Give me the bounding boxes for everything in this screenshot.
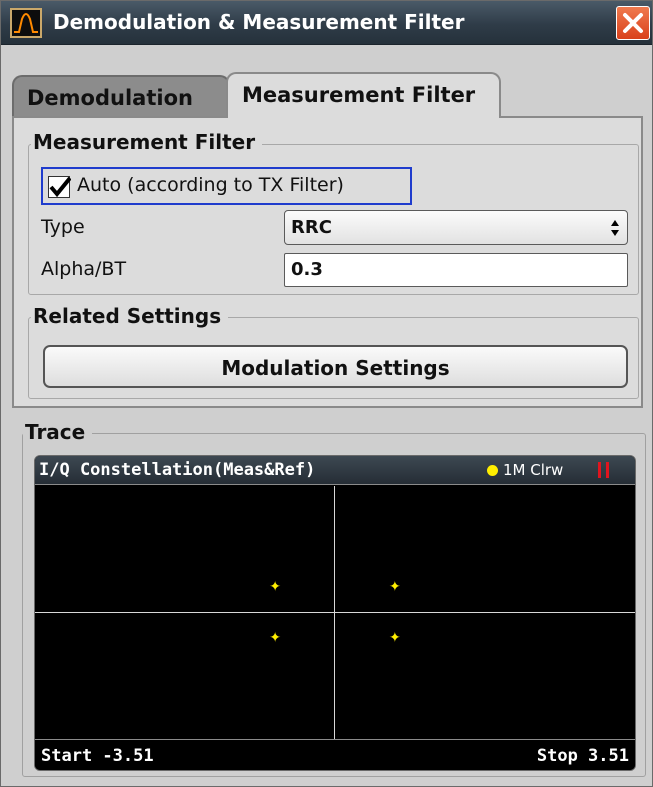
constellation-point: ✦ — [388, 579, 401, 596]
window-title: Demodulation & Measurement Filter — [53, 10, 465, 34]
plot-start-label: Start -3.51 — [41, 746, 154, 766]
constellation-point: ✦ — [269, 629, 282, 646]
type-label: Type — [41, 216, 85, 238]
plot-footer: Start -3.51 Stop 3.51 — [35, 739, 635, 770]
dialog-window: Demodulation & Measurement Filter Demodu… — [0, 0, 653, 787]
plot-header: I/Q Constellation(Meas&Ref) 1M Clrw — [35, 456, 635, 485]
auto-checkbox-row[interactable]: Auto (according to TX Filter) — [41, 167, 412, 205]
title-bar: Demodulation & Measurement Filter — [1, 1, 652, 45]
modulation-settings-button[interactable]: Modulation Settings — [43, 345, 628, 388]
trace-legend-text: 1M Clrw — [503, 461, 564, 479]
plot-area: ✦ ✦ ✦ ✦ — [35, 486, 635, 739]
trace-group-title: Trace — [23, 420, 93, 444]
alpha-bt-input[interactable]: 0.3 — [284, 253, 628, 287]
related-settings-group-title: Related Settings — [31, 304, 229, 328]
measurement-filter-group-title: Measurement Filter — [31, 130, 263, 154]
type-select-value: RRC — [291, 217, 332, 238]
plot-stop-label: Stop 3.51 — [536, 746, 629, 766]
tab-demodulation[interactable]: Demodulation — [12, 75, 230, 117]
iq-constellation-plot[interactable]: I/Q Constellation(Meas&Ref) 1M Clrw ✦ ✦ ✦ ✦… — [34, 455, 636, 771]
checkmark-icon — [49, 176, 71, 198]
type-select[interactable]: RRC — [284, 210, 628, 245]
alpha-bt-label: Alpha/BT — [41, 258, 127, 280]
plot-title: I/Q Constellation(Meas&Ref) — [39, 460, 316, 480]
trace-status-bars-icon — [598, 462, 609, 478]
app-icon — [10, 8, 42, 38]
constellation-point: ✦ — [388, 629, 401, 646]
close-button[interactable] — [616, 6, 650, 40]
auto-checkbox-label: Auto (according to TX Filter) — [77, 174, 344, 196]
constellation-point: ✦ — [269, 579, 282, 596]
auto-checkbox[interactable] — [48, 176, 71, 198]
grid-line-horizontal — [35, 612, 635, 613]
updown-arrows-icon — [611, 220, 619, 236]
close-icon — [623, 13, 643, 33]
tab-measurement-filter[interactable]: Measurement Filter — [226, 72, 501, 118]
trace-legend-dot-icon — [487, 465, 498, 476]
alpha-bt-input-value: 0.3 — [291, 259, 323, 280]
